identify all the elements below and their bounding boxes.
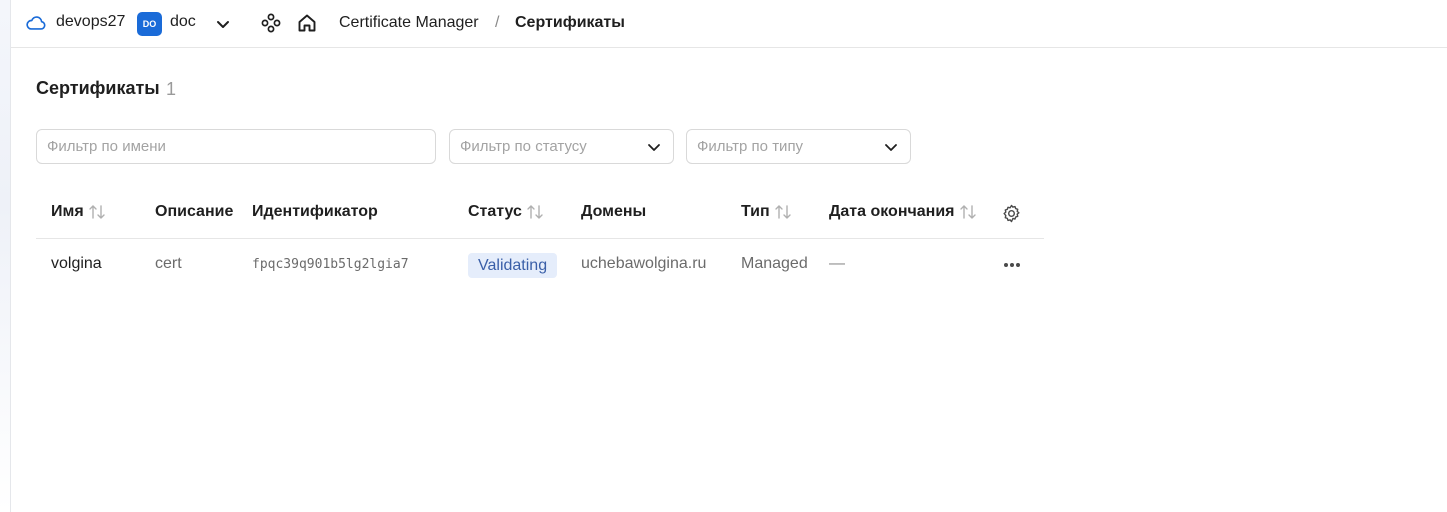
column-header-status[interactable]: Статус xyxy=(468,203,544,221)
breadcrumb-separator: / xyxy=(495,14,500,31)
column-header-label: Дата окончания xyxy=(829,203,955,220)
column-header-domains: Домены xyxy=(581,203,646,221)
status-filter-placeholder: Фильтр по статусу xyxy=(460,138,587,155)
breadcrumb-service[interactable]: Certificate Manager xyxy=(339,14,479,32)
chevron-down-icon xyxy=(885,143,897,151)
cell-id: fpqc39q901b5lg2lgia7 xyxy=(252,257,409,272)
page-count: 1 xyxy=(166,79,177,99)
column-header-expiry[interactable]: Дата окончания xyxy=(829,203,977,221)
column-header-label: Домены xyxy=(581,203,647,220)
sort-icon xyxy=(959,205,976,219)
column-header-id: Идентификатор xyxy=(252,203,378,221)
left-sidebar-strip xyxy=(0,0,11,512)
status-badge: Validating xyxy=(468,253,558,278)
folder-badge[interactable]: DO xyxy=(137,12,162,36)
cloud-icon[interactable] xyxy=(25,13,47,33)
home-icon[interactable] xyxy=(296,12,318,34)
column-header-label: Идентификатор xyxy=(252,203,378,220)
column-header-label: Статус xyxy=(468,203,522,220)
table-header-divider xyxy=(36,238,1044,239)
sort-icon xyxy=(774,205,791,219)
name-filter[interactable] xyxy=(36,129,436,164)
cell-domains: uchebawolgina.ru xyxy=(581,255,707,272)
cell-type: Managed xyxy=(741,255,808,272)
column-header-label: Тип xyxy=(741,203,770,220)
column-header-type[interactable]: Тип xyxy=(741,203,792,221)
chevron-down-icon xyxy=(648,143,660,151)
sort-icon xyxy=(88,205,105,219)
cloud-name[interactable]: devops27 xyxy=(56,13,125,31)
cell-name[interactable]: volgina xyxy=(51,255,102,273)
name-filter-input[interactable] xyxy=(47,138,425,155)
status-filter-select[interactable]: Фильтр по статусу xyxy=(449,129,674,164)
sort-icon xyxy=(527,205,543,219)
page-title: Сертификаты xyxy=(36,78,160,98)
column-header-description: Описание xyxy=(155,203,233,221)
folder-name[interactable]: doc xyxy=(170,13,196,31)
column-header-label: Имя xyxy=(51,203,84,220)
top-navigation-bar: devops27 DO doc Certificate Manager / Се… xyxy=(11,0,1447,48)
gear-icon[interactable] xyxy=(1001,203,1022,224)
more-actions-icon[interactable] xyxy=(1000,255,1024,275)
type-filter-placeholder: Фильтр по типу xyxy=(697,138,804,155)
breadcrumb-current: Сертификаты xyxy=(515,14,625,31)
cell-expiry: — xyxy=(829,255,845,272)
type-filter-select[interactable]: Фильтр по типу xyxy=(686,129,911,164)
column-header-label: Описание xyxy=(155,203,234,220)
cell-description: cert xyxy=(155,255,182,272)
services-icon[interactable] xyxy=(260,12,282,34)
chevron-down-icon[interactable] xyxy=(214,15,232,33)
column-header-name[interactable]: Имя xyxy=(51,203,106,221)
